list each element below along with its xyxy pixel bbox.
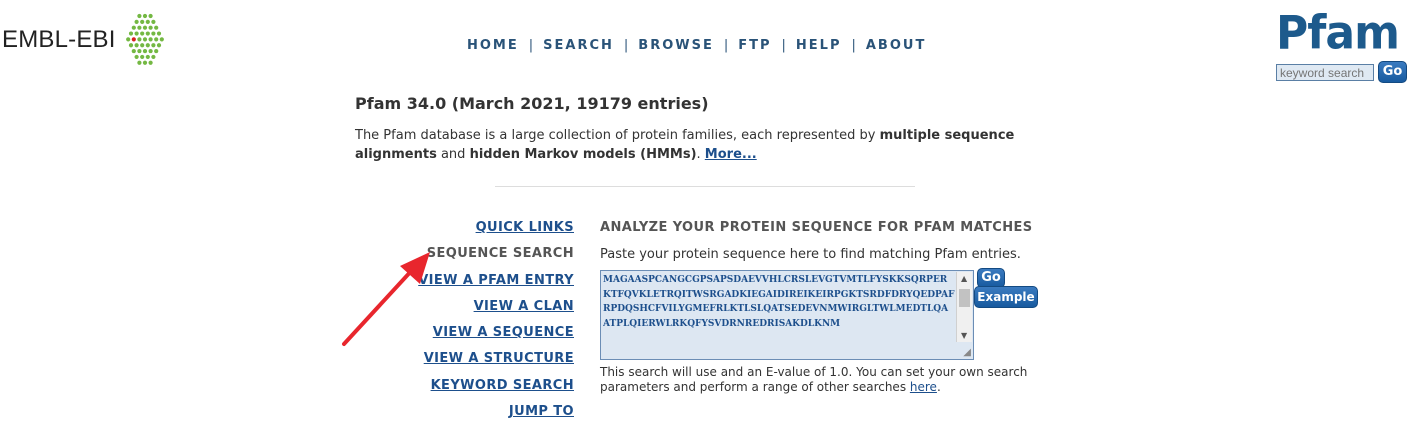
sequence-textarea[interactable]: MAGAASPCANGCGPSAPSDAEVVHLCRSLEVGTVMTLFYS… [600, 270, 974, 360]
quick-link-keyword-search[interactable]: KEYWORD SEARCH [380, 376, 574, 402]
ebi-green-dot [145, 54, 150, 60]
pfam-logo[interactable]: Pfam [1276, 8, 1400, 59]
note-end: . [936, 380, 941, 394]
ebi-green-dot [156, 31, 161, 36]
nav-search[interactable]: SEARCH [543, 38, 614, 53]
intro-text: . [696, 147, 705, 162]
ebi-green-dot [150, 54, 156, 60]
ebi-green-dot [128, 31, 133, 36]
ebi-green-dot [139, 43, 144, 48]
ebi-green-dot [139, 54, 144, 60]
ebi-green-dot [139, 19, 144, 24]
ebi-green-dot [153, 37, 158, 42]
ebi-green-dot [142, 13, 147, 19]
quick-link-jump-to[interactable]: JUMP TO [380, 402, 574, 428]
scroll-up-icon[interactable]: ▲ [961, 274, 967, 283]
here-link[interactable]: here [910, 380, 937, 394]
ebi-green-dot [125, 37, 130, 42]
ebi-red-dot [131, 37, 136, 42]
divider [495, 186, 915, 187]
ebi-green-dot [136, 13, 142, 19]
ebi-green-dot [150, 19, 156, 24]
intro-text: and [436, 147, 470, 162]
ebi-green-dot [150, 43, 156, 48]
ebi-green-dot [136, 37, 142, 42]
analyze-title: ANALYZE YOUR PROTEIN SEQUENCE FOR PFAM M… [600, 220, 1033, 235]
nav-home[interactable]: HOME [467, 38, 519, 53]
ebi-green-dot [145, 43, 150, 48]
nav-ftp[interactable]: FTP [738, 38, 771, 53]
nav-separator: | [781, 38, 786, 53]
ebi-green-dot [153, 25, 158, 30]
nav-browse[interactable]: BROWSE [638, 38, 714, 53]
ebi-green-dot [134, 54, 139, 60]
ebi-green-dot [142, 25, 147, 30]
ebi-green-dot [148, 25, 153, 30]
top-navigation: HOME | SEARCH | BROWSE | FTP | HELP | AB… [467, 38, 926, 53]
ebi-green-dot [136, 25, 142, 30]
ebi-green-dot [145, 19, 150, 24]
ebi-green-dot [153, 48, 158, 54]
ebi-green-dot [142, 48, 147, 54]
example-button[interactable]: Example [974, 286, 1038, 308]
ebi-green-dot [134, 43, 139, 48]
ebi-green-dot [131, 48, 136, 54]
keyword-search-go-button[interactable]: Go [1378, 61, 1407, 83]
note-text: This search will use and an E-value of 1… [600, 365, 1028, 394]
ebi-green-dot [148, 13, 153, 19]
ebi-green-dot [134, 19, 139, 24]
resize-handle-icon[interactable]: ◢ [963, 347, 971, 358]
scroll-down-icon[interactable]: ▼ [961, 331, 967, 340]
quick-link-quick-links[interactable]: QUICK LINKS [380, 218, 574, 244]
nav-separator: | [851, 38, 856, 53]
search-note: This search will use and an E-value of 1… [600, 365, 1050, 395]
scroll-thumb[interactable] [959, 289, 970, 307]
ebi-green-dot [128, 43, 133, 48]
ebi-green-dot [142, 37, 147, 42]
ebi-green-dot [139, 31, 144, 36]
ebi-green-dot [159, 37, 164, 42]
release-title: Pfam 34.0 (March 2021, 19179 entries) [355, 94, 709, 113]
hexagon-dots-icon [125, 13, 164, 65]
ebi-green-dot [142, 60, 147, 65]
nav-about[interactable]: ABOUT [866, 38, 926, 53]
keyword-search-input[interactable] [1276, 64, 1374, 81]
intro-paragraph: The Pfam database is a large collection … [355, 126, 1035, 164]
ebi-green-dot [145, 31, 150, 36]
ebi-green-dot [134, 31, 139, 36]
ebi-green-dot [131, 25, 136, 30]
nav-separator: | [623, 38, 629, 53]
intro-text: The Pfam database is a large collection … [355, 128, 880, 143]
ebi-green-dot [150, 31, 156, 36]
more-link[interactable]: More... [705, 147, 757, 162]
embl-ebi-logo[interactable]: EMBL-EBI [2, 12, 168, 68]
ebi-green-dot [148, 60, 153, 65]
ebi-green-dot [148, 37, 153, 42]
sequence-go-button[interactable]: Go [977, 268, 1005, 288]
red-arrow-annotation [342, 252, 430, 346]
ebi-green-dot [148, 48, 153, 54]
nav-help[interactable]: HELP [796, 38, 842, 53]
nav-separator: | [723, 38, 729, 53]
sequence-text[interactable]: MAGAASPCANGCGPSAPSDAEVVHLCRSLEVGTVMTLFYS… [603, 273, 955, 357]
quick-link-view-structure[interactable]: VIEW A STRUCTURE [380, 349, 574, 375]
intro-bold-hmm: hidden Markov models (HMMs) [469, 147, 697, 162]
ebi-green-dot [136, 60, 142, 65]
textarea-scrollbar[interactable]: ▲ ▼ [956, 272, 972, 342]
analyze-description: Paste your protein sequence here to find… [600, 247, 1021, 262]
ebi-green-dot [156, 43, 161, 48]
ebi-green-dot [136, 48, 142, 54]
nav-separator: | [528, 38, 534, 53]
embl-ebi-logo-text: EMBL-EBI [2, 26, 116, 53]
